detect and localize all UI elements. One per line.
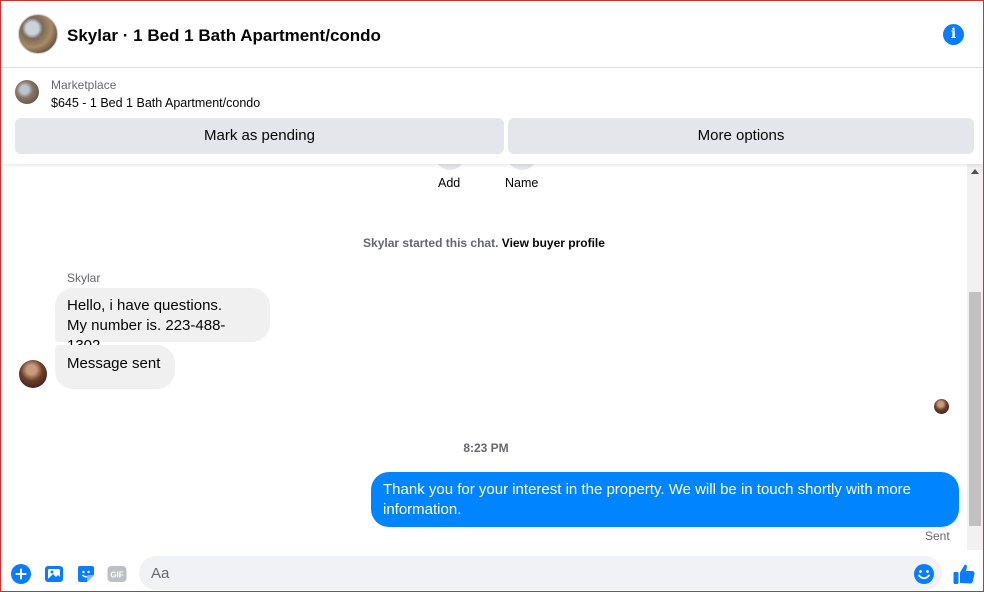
message-composer: GIF: [1, 550, 983, 591]
gif-icon[interactable]: GIF: [107, 564, 127, 584]
message-input[interactable]: [139, 556, 942, 590]
photo-icon[interactable]: [44, 564, 64, 584]
plus-icon[interactable]: [11, 564, 31, 584]
add-button[interactable]: [435, 164, 465, 170]
sender-name: Skylar: [67, 271, 101, 285]
thumbs-up-icon[interactable]: [952, 562, 976, 586]
listing-title[interactable]: $645 - 1 Bed 1 Bath Apartment/condo: [51, 96, 260, 110]
sender-avatar[interactable]: [19, 360, 47, 388]
outgoing-message[interactable]: Thank you for your interest in the prope…: [371, 472, 959, 527]
more-options-button[interactable]: More options: [508, 118, 974, 154]
emoji-icon[interactable]: [913, 563, 935, 585]
sticker-icon[interactable]: [76, 564, 96, 584]
info-icon[interactable]: i: [943, 24, 964, 45]
gif-label: GIF: [110, 571, 123, 580]
incoming-message[interactable]: Hello, i have questions. My number is. 2…: [55, 288, 270, 354]
message-line: Message sent: [67, 355, 161, 372]
view-buyer-profile-link[interactable]: View buyer profile: [502, 236, 605, 250]
message-timestamp: 8:23 PM: [463, 441, 509, 455]
listing-avatar[interactable]: [18, 14, 58, 54]
incoming-message[interactable]: Message sent: [55, 345, 175, 389]
name-label: Name: [505, 176, 539, 190]
seen-indicator-avatar: [934, 399, 949, 414]
conversation-title[interactable]: Skylar · 1 Bed 1 Bath Apartment/condo: [67, 26, 381, 46]
sent-status: Sent: [925, 529, 950, 543]
add-label: Add: [438, 176, 461, 190]
name-button[interactable]: [507, 164, 537, 170]
listing-source: Marketplace: [51, 78, 117, 92]
system-message: Skylar started this chat. View buyer pro…: [1, 236, 967, 250]
scroll-up-arrow-icon[interactable]: [971, 169, 979, 174]
mark-as-pending-button[interactable]: Mark as pending: [15, 118, 504, 154]
chat-scrollbar[interactable]: [967, 164, 983, 550]
messenger-window: Skylar · 1 Bed 1 Bath Apartment/condo i …: [0, 0, 984, 592]
listing-bar: Marketplace $645 - 1 Bed 1 Bath Apartmen…: [1, 68, 983, 164]
scrollbar-thumb[interactable]: [969, 292, 981, 526]
system-message-text: Skylar started this chat.: [363, 236, 499, 250]
message-list[interactable]: Add Name Skylar started this chat. View …: [1, 164, 967, 550]
message-line: Hello, i have questions.: [67, 297, 223, 314]
conversation-header: Skylar · 1 Bed 1 Bath Apartment/condo i: [1, 1, 983, 68]
listing-thumbnail[interactable]: [15, 80, 39, 104]
